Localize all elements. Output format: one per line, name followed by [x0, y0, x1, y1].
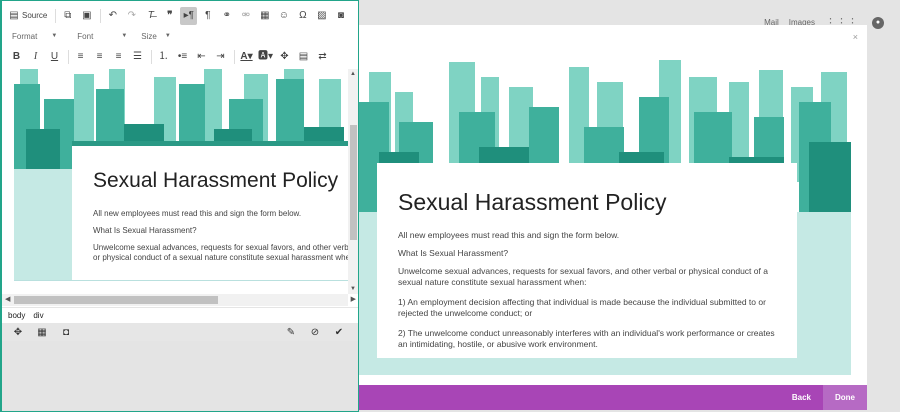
document-title[interactable]: Sexual Harassment Policy: [93, 169, 349, 193]
chevron-down-icon: ▼: [121, 33, 128, 39]
remove-format-icon[interactable]: T̶: [142, 7, 159, 25]
align-right-icon[interactable]: ≡: [110, 48, 127, 66]
paragraph-icon[interactable]: ¶: [199, 7, 216, 25]
scroll-down-icon[interactable]: ▼: [350, 286, 356, 292]
smiley-icon[interactable]: ☺: [275, 7, 292, 25]
chevron-down-icon: ▼: [51, 33, 58, 39]
element-path: body div: [2, 307, 358, 323]
background-color-icon[interactable]: 🅰▾: [257, 48, 274, 66]
document-title: Sexual Harassment Policy: [398, 189, 667, 215]
path-item-div[interactable]: div: [33, 311, 43, 320]
image-icon[interactable]: ▨: [313, 7, 330, 25]
numbered-list-icon[interactable]: ⒈: [155, 48, 172, 66]
grid-icon[interactable]: ▦: [32, 325, 52, 339]
justify-icon[interactable]: ☰: [129, 48, 146, 66]
notifications-icon[interactable]: ●: [872, 16, 884, 29]
size-dropdown[interactable]: Size ▼: [141, 32, 171, 41]
redo-icon[interactable]: ↷: [123, 7, 140, 25]
undo-icon[interactable]: ↶: [104, 7, 121, 25]
bulleted-list-icon[interactable]: •≡: [174, 48, 191, 66]
toolbar-row-3: B I U ≡ ≡ ≡ ☰ ⒈ •≡ ⇤ ⇥ A▾ 🅰▾ ✥ ▤ ⇄: [2, 48, 358, 66]
toolbar-row-1: ▤ Source ⧉ ▣ ↶ ↷ T̶ ❞ ▸¶ ¶ ⚭ ⚮ ▦ ☺ Ω ▨ ◙: [2, 6, 358, 26]
document-paragraph: 2) The unwelcome conduct unreasonably in…: [398, 327, 775, 350]
document-preview: Sexual Harassment Policy All new employe…: [377, 163, 797, 358]
italic-icon[interactable]: I: [27, 48, 44, 66]
anchor-icon[interactable]: ✥: [276, 48, 293, 66]
document-paragraph[interactable]: What Is Sexual Harassment?: [93, 226, 349, 235]
path-item-body[interactable]: body: [8, 311, 25, 320]
format-dropdown[interactable]: Format ▼: [12, 32, 57, 41]
underline-icon[interactable]: U: [46, 48, 63, 66]
font-dropdown[interactable]: Font ▼: [77, 32, 127, 41]
preview-modal: × Sexual Harassment Policy All new emplo…: [359, 25, 867, 410]
unlink-icon[interactable]: ⚮: [237, 7, 254, 25]
copy-icon[interactable]: ⧉: [59, 7, 76, 25]
done-button[interactable]: Done: [823, 385, 867, 410]
link-icon[interactable]: ⚭: [218, 7, 235, 25]
document-paragraph[interactable]: Unwelcome sexual advances, requests for …: [93, 243, 349, 264]
vertical-scrollbar[interactable]: ▲ ▼: [348, 69, 358, 294]
scroll-right-icon[interactable]: ▶: [351, 295, 356, 303]
scroll-up-icon[interactable]: ▲: [350, 71, 356, 77]
source-button[interactable]: Source: [22, 7, 50, 25]
size-label: Size: [141, 31, 157, 41]
camera-icon[interactable]: ◘: [56, 325, 76, 339]
document-paragraph[interactable]: All new employees must read this and sig…: [93, 209, 349, 218]
separator: [234, 50, 235, 64]
table-icon[interactable]: ▦: [256, 7, 273, 25]
source-icon[interactable]: ▤: [8, 7, 20, 25]
document-paragraph: Unwelcome sexual advances, requests for …: [398, 266, 768, 288]
show-blocks-icon[interactable]: ▸¶: [180, 7, 198, 25]
separator: [151, 50, 152, 64]
scrollbar-thumb[interactable]: [14, 296, 218, 304]
editor-empty-area: [2, 341, 358, 411]
outdent-icon[interactable]: ⇤: [193, 48, 210, 66]
rich-text-editor: ▤ Source ⧉ ▣ ↶ ↷ T̶ ❞ ▸¶ ¶ ⚭ ⚮ ▦ ☺ Ω ▨ ◙…: [0, 0, 359, 412]
document-paragraph: All new employees must read this and sig…: [398, 230, 620, 240]
font-label: Font: [77, 31, 94, 41]
toolbar-row-2: Format ▼ Font ▼ Size ▼: [2, 28, 358, 44]
move-icon[interactable]: ✥: [8, 325, 28, 339]
separator: [55, 9, 57, 23]
document-paragraph: What Is Sexual Harassment?: [398, 248, 509, 258]
separator: [100, 9, 102, 23]
chevron-down-icon: ▼: [164, 33, 171, 39]
close-icon[interactable]: ×: [853, 32, 858, 42]
indent-icon[interactable]: ⇥: [212, 48, 229, 66]
video-icon[interactable]: ◙: [332, 7, 349, 25]
confirm-icon[interactable]: ✔: [329, 325, 349, 339]
back-button[interactable]: Back: [780, 385, 823, 410]
format-label: Format: [12, 31, 38, 41]
paste-icon[interactable]: ▣: [78, 7, 95, 25]
bold-icon[interactable]: B: [8, 48, 25, 66]
document-paragraph: 1) An employment decision affecting that…: [398, 296, 766, 319]
document-editor-card[interactable]: Sexual Harassment Policy All new employe…: [72, 146, 349, 280]
align-left-icon[interactable]: ≡: [72, 48, 89, 66]
modal-footer: Back Done: [359, 385, 867, 410]
text-color-icon[interactable]: A▾: [238, 48, 255, 66]
special-character-icon[interactable]: Ω: [294, 7, 311, 25]
template-icon[interactable]: ⇄: [314, 48, 331, 66]
comment-icon[interactable]: ▤: [295, 48, 312, 66]
blockquote-icon[interactable]: ❞: [161, 7, 178, 25]
scrollbar-thumb[interactable]: [350, 125, 357, 240]
align-center-icon[interactable]: ≡: [91, 48, 108, 66]
horizontal-scrollbar[interactable]: ◀ ▶: [2, 294, 356, 306]
editor-bottom-toolbar: ✥ ▦ ◘ ✎ ⊘ ✔: [2, 323, 358, 341]
editor-content-area[interactable]: Sexual Harassment Policy All new employe…: [14, 69, 349, 281]
cancel-icon[interactable]: ⊘: [305, 325, 325, 339]
edit-icon[interactable]: ✎: [281, 325, 301, 339]
separator: [68, 50, 69, 64]
scroll-left-icon[interactable]: ◀: [5, 295, 10, 303]
